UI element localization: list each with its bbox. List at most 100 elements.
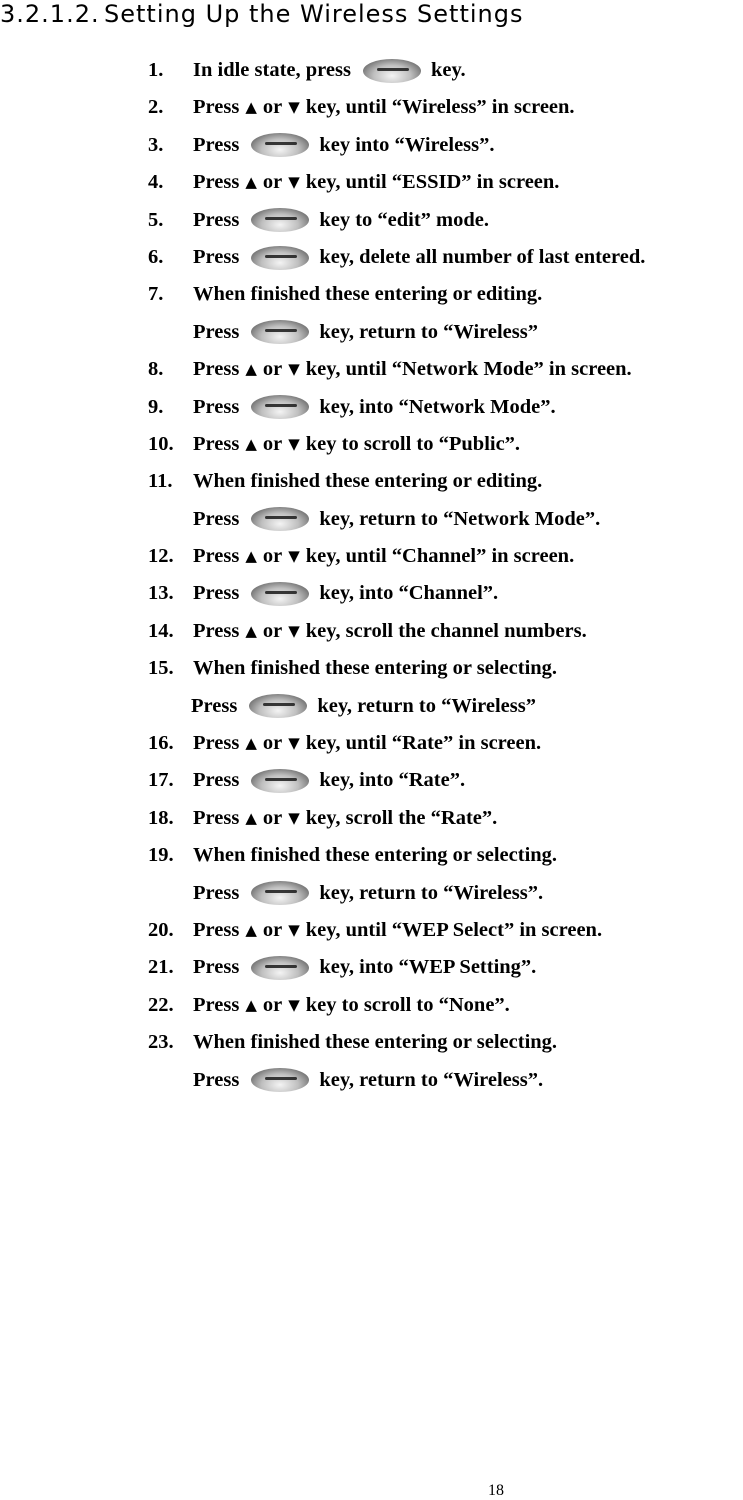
- step-9: 9. Press key, into “Network Mode”.: [148, 389, 743, 426]
- step-text: or: [262, 732, 283, 755]
- step-16: 16. Press ▲ or ▼ key, until “Rate” in sc…: [148, 725, 743, 762]
- step-text: key to scroll to “None”.: [305, 993, 510, 1016]
- up-arrow-icon: ▲: [245, 360, 257, 379]
- step-text: Press: [191, 694, 238, 717]
- step-text: key, scroll the “Rate”.: [305, 806, 498, 829]
- step-23: 23. When finished these entering or sele…: [148, 1024, 743, 1061]
- step-number: 12.: [148, 545, 174, 568]
- step-number: 14.: [148, 619, 174, 642]
- step-number: 18.: [148, 806, 174, 829]
- step-text: or: [262, 545, 283, 568]
- step-3: 3. Press key into “Wireless”.: [148, 127, 743, 164]
- step-22: 22. Press ▲ or ▼ key to scroll to “None”…: [148, 987, 743, 1024]
- oval-select-key-icon: [251, 1068, 310, 1093]
- step-text: key, until “Channel” in screen.: [305, 545, 575, 568]
- step-text: key, return to “Wireless”.: [319, 881, 544, 904]
- down-arrow-icon: ▼: [288, 808, 300, 827]
- step-15-continuation: Press key, return to “Wireless”: [148, 688, 743, 725]
- step-2: 2. Press ▲ or ▼ key, until “Wireless” in…: [148, 89, 743, 126]
- step-text: key, scroll the channel numbers.: [305, 619, 587, 642]
- step-text: Press: [193, 582, 240, 605]
- step-text: Press: [193, 432, 240, 455]
- oval-select-key-icon: [251, 769, 310, 794]
- step-number: 21.: [148, 956, 174, 979]
- step-text: key to “edit” mode.: [319, 208, 489, 231]
- down-arrow-icon: ▼: [288, 173, 300, 192]
- step-text: Press: [193, 881, 240, 904]
- step-12: 12. Press ▲ or ▼ key, until “Channel” in…: [148, 538, 743, 575]
- up-arrow-icon: ▲: [245, 995, 257, 1014]
- step-text: key, until “ESSID” in screen.: [305, 171, 560, 194]
- up-arrow-icon: ▲: [245, 98, 257, 117]
- step-text: Press: [193, 619, 240, 642]
- step-text: or: [262, 96, 283, 119]
- step-text: key, return to “Wireless”: [317, 694, 536, 717]
- step-10: 10. Press ▲ or ▼ key to scroll to “Publi…: [148, 426, 743, 463]
- step-text: key, delete all number of last entered.: [319, 245, 646, 268]
- step-11: 11. When finished these entering or edit…: [148, 463, 743, 500]
- step-8: 8. Press ▲ or ▼ key, until “Network Mode…: [148, 351, 743, 388]
- step-text: Press: [193, 358, 240, 381]
- step-text: or: [262, 993, 283, 1016]
- step-text: or: [262, 806, 283, 829]
- step-number: 3.: [148, 133, 164, 156]
- step-text: key, into “Channel”.: [319, 582, 499, 605]
- step-text: key to scroll to “Public”.: [305, 432, 521, 455]
- step-23-continuation: Press key, return to “Wireless”.: [148, 1062, 743, 1099]
- step-number: 10.: [148, 432, 174, 455]
- down-arrow-icon: ▼: [288, 621, 300, 640]
- step-number: 9.: [148, 395, 164, 418]
- step-text: Press: [193, 245, 240, 268]
- step-number: 17.: [148, 769, 174, 792]
- page-number: 18: [488, 1482, 504, 1499]
- oval-select-key-icon: [251, 881, 310, 906]
- down-arrow-icon: ▼: [288, 547, 300, 566]
- step-7: 7. When finished these entering or editi…: [148, 276, 743, 313]
- down-arrow-icon: ▼: [288, 98, 300, 117]
- step-13: 13. Press key, into “Channel”.: [148, 575, 743, 612]
- step-number: 6.: [148, 245, 164, 268]
- step-text: When finished these entering or selectin…: [193, 1031, 558, 1054]
- step-text: key, into “Network Mode”.: [319, 395, 556, 418]
- down-arrow-icon: ▼: [288, 734, 300, 753]
- step-11-continuation: Press key, return to “Network Mode”.: [148, 501, 743, 538]
- step-number: 20.: [148, 918, 174, 941]
- step-text: When finished these entering or editing.: [193, 283, 543, 306]
- step-number: 13.: [148, 582, 174, 605]
- down-arrow-icon: ▼: [288, 920, 300, 939]
- step-text: or: [262, 358, 283, 381]
- step-text: or: [262, 432, 283, 455]
- step-number: 16.: [148, 732, 174, 755]
- oval-select-key-icon: [251, 245, 310, 270]
- steps-list: 1. In idle state, press key. 2. Press ▲ …: [148, 52, 743, 1099]
- step-text: Press: [193, 208, 240, 231]
- step-text: Press: [193, 133, 240, 156]
- step-text: key into “Wireless”.: [319, 133, 495, 156]
- step-14: 14. Press ▲ or ▼ key, scroll the channel…: [148, 613, 743, 650]
- step-text: Press: [193, 1068, 240, 1091]
- step-21: 21. Press key, into “WEP Setting”.: [148, 949, 743, 986]
- section-number: 3.2.1.2.: [0, 0, 100, 28]
- step-text: Press: [193, 732, 240, 755]
- step-number: 1.: [148, 59, 164, 81]
- step-number: 8.: [148, 358, 164, 381]
- step-text: When finished these entering or selectin…: [193, 844, 558, 867]
- down-arrow-icon: ▼: [288, 434, 300, 453]
- step-1: 1. In idle state, press key.: [148, 52, 743, 89]
- step-text: key, until “Rate” in screen.: [305, 732, 542, 755]
- oval-select-key-icon: [251, 208, 310, 233]
- step-text: Press: [193, 769, 240, 792]
- step-number: 4.: [148, 171, 164, 194]
- step-7-continuation: Press key, return to “Wireless”: [148, 314, 743, 351]
- step-text: Press: [193, 96, 240, 119]
- down-arrow-icon: ▼: [288, 360, 300, 379]
- up-arrow-icon: ▲: [245, 173, 257, 192]
- step-6: 6. Press key, delete all number of last …: [148, 239, 743, 276]
- step-text: Press: [193, 320, 240, 343]
- step-text: Press: [193, 171, 240, 194]
- section-heading: 3.2.1.2. Setting Up the Wireless Settings: [0, 0, 524, 28]
- oval-select-key-icon: [251, 320, 310, 345]
- step-text: Press: [193, 545, 240, 568]
- step-text: or: [262, 918, 283, 941]
- step-text: Press: [193, 507, 240, 530]
